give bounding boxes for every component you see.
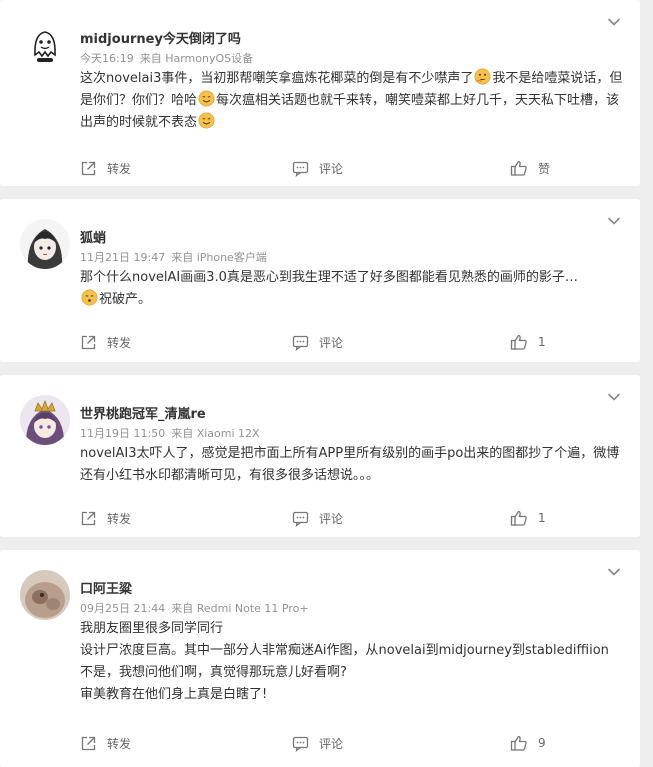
comment-feed: midjourney今天倒闭了吗 今天16:19 来自 HarmonyOS设备 这…	[0, 0, 653, 767]
post-source: 来自 iPhone客户端	[171, 251, 267, 264]
anime-girl-icon	[20, 219, 70, 269]
content-text: 审美教育在他们身上真是白瞎了!	[80, 687, 268, 702]
comment-icon	[292, 511, 309, 527]
action-bar: 转发 评论 赞	[0, 155, 640, 181]
comment-card: 世界桃跑冠军_清嵐re 11月19日 11:50 来自 Xiaomi 12X no…	[0, 375, 640, 537]
content-paragraph: novelAI3太吓人了，感觉是把市面上所有APP里所有级别的画手po出来的图都…	[80, 443, 630, 487]
comment-button[interactable]: 评论	[292, 155, 343, 181]
post-meta: 今天16:19 来自 HarmonyOS设备	[80, 50, 253, 66]
repost-button[interactable]: 转发	[80, 730, 131, 756]
repost-icon	[81, 511, 96, 525]
repost-label: 转发	[107, 511, 132, 526]
content-text: novelAI3太吓人了，感觉是把市面上所有APP里所有级别的画手po出来的图都…	[80, 446, 620, 483]
content-text: 不是，我想问他们啊，真觉得那玩意儿好看啊?	[80, 665, 347, 680]
comment-label: 评论	[319, 736, 344, 751]
username[interactable]: 口阿王粱	[80, 578, 132, 597]
comment-button[interactable]: 评论	[292, 329, 343, 355]
post-meta: 11月21日 19:47 来自 iPhone客户端	[80, 249, 267, 265]
post-source: 来自 Xiaomi 12X	[171, 427, 260, 440]
repost-button[interactable]: 转发	[80, 505, 131, 531]
post-time: 今天16:19	[80, 52, 134, 65]
username[interactable]: 狐蛸	[80, 227, 106, 246]
pray-emoji-icon	[81, 289, 98, 306]
thumbs-up-icon	[510, 160, 527, 176]
like-count: 9	[538, 736, 546, 750]
action-bar: 转发 评论 1	[0, 505, 640, 531]
avatar[interactable]	[20, 20, 70, 70]
avatar[interactable]	[20, 570, 70, 620]
like-button[interactable]: 1	[510, 505, 546, 531]
username[interactable]: midjourney今天倒闭了吗	[80, 28, 241, 47]
comment-card: 口阿王粱 09月25日 21:44 来自 Redmi Note 11 Pro+ 我…	[0, 550, 640, 767]
content-text: 这次novelai3事件，当初那帮嘲笑拿瘟炼花椰菜的倒是有不少噤声了	[80, 71, 474, 86]
comment-card: 狐蛸 11月21日 19:47 来自 iPhone客户端 那个什么novelAI画…	[0, 199, 640, 362]
like-count: 1	[538, 511, 546, 525]
chevron-down-icon[interactable]	[606, 14, 622, 30]
comment-button[interactable]: 评论	[292, 730, 343, 756]
chevron-down-icon[interactable]	[606, 213, 622, 229]
chevron-down-icon[interactable]	[606, 564, 622, 580]
repost-label: 转发	[107, 161, 132, 176]
content-paragraph: 祝破产。	[80, 289, 630, 311]
cat-photo-icon	[20, 570, 70, 620]
post-source: 来自 HarmonyOS设备	[139, 52, 254, 65]
smile-emoji-icon	[198, 90, 215, 107]
thumbs-up-icon	[510, 510, 527, 526]
comment-button[interactable]: 评论	[292, 505, 343, 531]
content-text: 设计尸浓度巨高。其中一部分人非常痴迷Ai作图，从novelai到midjourn…	[80, 643, 609, 658]
like-count: 1	[538, 335, 546, 349]
smile-emoji-icon	[198, 112, 215, 129]
avatar[interactable]	[20, 395, 70, 445]
comment-card: midjourney今天倒闭了吗 今天16:19 来自 HarmonyOS设备 这…	[0, 0, 640, 186]
repost-button[interactable]: 转发	[80, 329, 131, 355]
ghost-doodle-icon	[20, 20, 70, 70]
post-time: 11月21日 19:47	[80, 251, 166, 264]
comment-icon	[292, 335, 309, 351]
content-paragraph: 那个什么novelAI画画3.0真是恶心到我生理不适了好多图都能看见熟悉的画师的…	[80, 267, 630, 289]
action-bar: 转发 评论 1	[0, 329, 640, 355]
post-content: 这次novelai3事件，当初那帮嘲笑拿瘟炼花椰菜的倒是有不少噤声了 我不是给噎菜…	[80, 68, 630, 134]
repost-icon	[81, 736, 96, 750]
like-count: 赞	[538, 161, 551, 176]
content-paragraph: 这次novelai3事件，当初那帮嘲笑拿瘟炼花椰菜的倒是有不少噤声了 我不是给噎菜…	[80, 68, 630, 134]
thumbs-up-icon	[510, 334, 527, 350]
chevron-down-icon[interactable]	[606, 389, 622, 405]
content-paragraph: 审美教育在他们身上真是白瞎了!	[80, 684, 630, 706]
comment-label: 评论	[319, 511, 344, 526]
thumbs-up-icon	[510, 735, 527, 751]
content-text: 祝破产。	[99, 292, 152, 307]
action-bar: 转发 评论 9	[0, 730, 640, 756]
comment-label: 评论	[319, 335, 344, 350]
post-meta: 11月19日 11:50 来自 Xiaomi 12X	[80, 425, 260, 441]
post-content: 我朋友圈里很多同学同行设计尸浓度巨高。其中一部分人非常痴迷Ai作图，从novel…	[80, 618, 630, 706]
repost-icon	[81, 335, 96, 349]
content-paragraph: 不是，我想问他们啊，真觉得那玩意儿好看啊?	[80, 662, 630, 684]
repost-label: 转发	[107, 736, 132, 751]
post-time: 09月25日 21:44	[80, 602, 166, 615]
thinking-emoji-icon	[474, 68, 491, 85]
repost-icon	[81, 161, 96, 175]
like-button[interactable]: 9	[510, 730, 546, 756]
comment-icon	[292, 736, 309, 752]
username[interactable]: 世界桃跑冠军_清嵐re	[80, 403, 206, 422]
comment-label: 评论	[319, 161, 344, 176]
like-button[interactable]: 赞	[510, 155, 550, 181]
crowned-anime-icon	[20, 395, 70, 445]
like-button[interactable]: 1	[510, 329, 546, 355]
post-meta: 09月25日 21:44 来自 Redmi Note 11 Pro+	[80, 600, 309, 616]
post-time: 11月19日 11:50	[80, 427, 166, 440]
content-paragraph: 设计尸浓度巨高。其中一部分人非常痴迷Ai作图，从novelai到midjourn…	[80, 640, 630, 662]
comment-icon	[292, 161, 309, 177]
repost-button[interactable]: 转发	[80, 155, 131, 181]
post-source: 来自 Redmi Note 11 Pro+	[171, 602, 309, 615]
post-content: 那个什么novelAI画画3.0真是恶心到我生理不适了好多图都能看见熟悉的画师的…	[80, 267, 630, 311]
content-text: 那个什么novelAI画画3.0真是恶心到我生理不适了好多图都能看见熟悉的画师的…	[80, 270, 578, 285]
content-paragraph: 我朋友圈里很多同学同行	[80, 618, 630, 640]
repost-label: 转发	[107, 335, 132, 350]
post-content: novelAI3太吓人了，感觉是把市面上所有APP里所有级别的画手po出来的图都…	[80, 443, 630, 487]
content-text: 我朋友圈里很多同学同行	[80, 621, 224, 636]
avatar[interactable]	[20, 219, 70, 269]
